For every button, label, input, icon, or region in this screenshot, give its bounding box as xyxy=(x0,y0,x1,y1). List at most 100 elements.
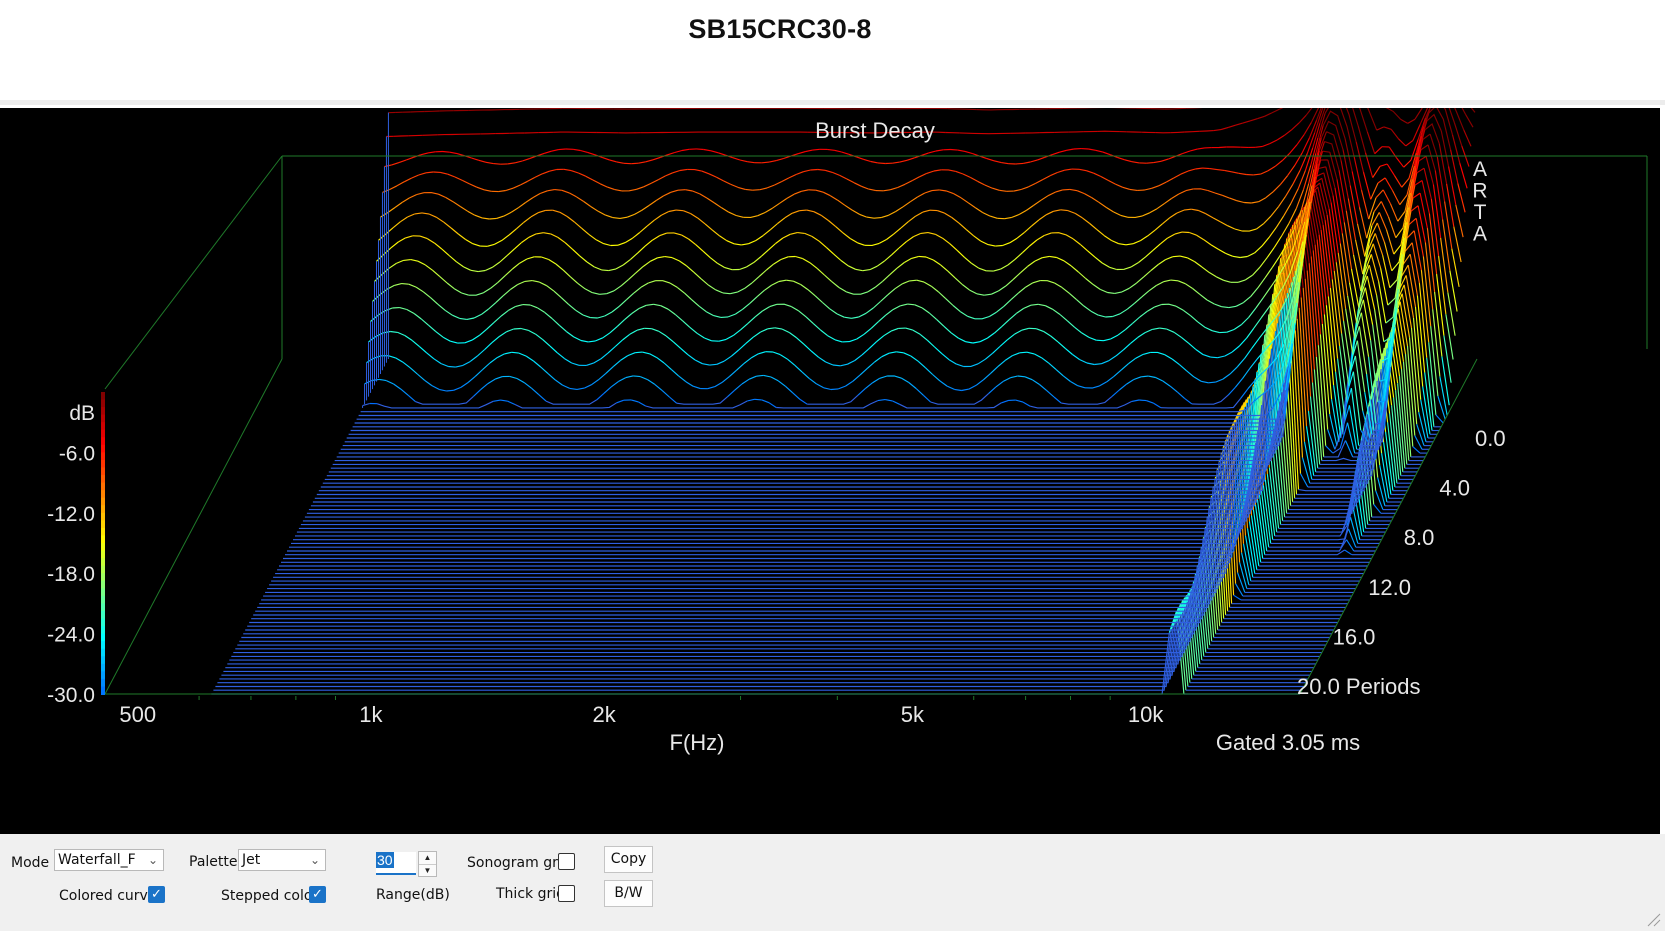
decay-slice xyxy=(410,110,425,113)
decay-slice xyxy=(1432,309,1441,377)
decay-slice xyxy=(1113,211,1121,216)
decay-slice xyxy=(503,211,512,217)
decay-slice xyxy=(1356,340,1366,393)
decay-slice xyxy=(1194,261,1203,268)
decay-slice xyxy=(1191,394,1229,405)
decay-slice xyxy=(899,159,908,163)
decay-slice xyxy=(892,305,901,311)
decay-slice xyxy=(949,243,958,251)
resize-grip-icon[interactable] xyxy=(1645,911,1661,927)
decay-slice xyxy=(1434,291,1443,357)
decay-slice xyxy=(1050,335,1059,343)
decay-slice xyxy=(1349,517,1359,544)
decay-slice xyxy=(537,307,546,313)
decay-slice xyxy=(1161,217,1170,225)
decay-slice xyxy=(770,376,779,382)
decay-slice xyxy=(588,233,597,241)
palette-label: Palette xyxy=(189,854,238,870)
decay-slice xyxy=(1064,347,1073,355)
decay-slice xyxy=(1045,305,1053,310)
decay-slice xyxy=(1223,279,1231,283)
decay-slice xyxy=(989,215,998,219)
mode-select-value: Waterfall_F xyxy=(58,852,136,868)
decay-slice xyxy=(1432,184,1442,238)
decay-slice xyxy=(440,171,448,175)
decay-slice xyxy=(523,382,532,389)
decay-slice xyxy=(886,233,895,240)
range-spinner[interactable]: ▲ ▼ xyxy=(418,851,437,877)
decay-slice xyxy=(1376,126,1385,131)
decay-slice xyxy=(502,289,511,297)
decay-slice xyxy=(504,268,513,277)
spin-down-icon[interactable]: ▼ xyxy=(419,865,436,877)
decay-slice xyxy=(1451,248,1460,287)
decay-slice xyxy=(905,327,913,331)
decay-slice xyxy=(1161,303,1177,307)
decay-slice xyxy=(1158,181,1167,187)
copy-button[interactable]: Copy xyxy=(604,846,653,873)
decay-slice xyxy=(1115,349,1124,357)
bw-button[interactable]: B/W xyxy=(604,880,653,907)
sonogram-grid-checkbox[interactable] xyxy=(558,853,575,870)
decay-slice xyxy=(721,207,730,213)
decay-slice xyxy=(1412,446,1421,454)
spin-up-icon[interactable]: ▲ xyxy=(419,852,436,865)
decay-slice xyxy=(500,399,508,402)
decay-slice xyxy=(781,328,790,334)
decay-slice xyxy=(887,288,896,296)
decay-slice xyxy=(490,281,499,289)
colored-curves-checkbox[interactable]: ✓ xyxy=(148,886,165,903)
decay-slice xyxy=(395,357,404,363)
decay-slice xyxy=(1160,398,1242,409)
decay-slice xyxy=(530,212,539,218)
decay-slice xyxy=(764,207,773,213)
waterfall-chart: Burst DecayARTAdB-6.0-12.0-18.0-24.0-30.… xyxy=(47,108,1648,755)
decay-slice xyxy=(1413,230,1422,271)
decay-slice xyxy=(1124,159,1133,163)
decay-slice xyxy=(1224,169,1232,173)
decay-slice xyxy=(951,217,960,224)
decay-slice xyxy=(237,575,1196,646)
stepped-colors-checkbox[interactable]: ✓ xyxy=(309,886,326,903)
decay-slice xyxy=(1202,167,1210,170)
decay-slice xyxy=(777,217,786,224)
decay-slice xyxy=(834,339,843,343)
range-input[interactable]: 30 xyxy=(376,852,416,875)
decay-slice xyxy=(1335,262,1345,322)
decay-slice xyxy=(1098,201,1107,208)
decay-slice xyxy=(489,357,498,364)
decay-slice xyxy=(1264,112,1273,117)
decay-slice xyxy=(844,316,852,319)
decay-slice xyxy=(398,237,406,243)
decay-slice xyxy=(1198,209,1207,215)
decay-slice xyxy=(817,168,826,171)
decay-slice xyxy=(805,316,814,324)
decay-slice xyxy=(1126,379,1135,385)
decay-slice xyxy=(1418,283,1428,358)
decay-slice xyxy=(1030,159,1038,163)
decay-slice xyxy=(1014,329,1022,335)
decay-slice xyxy=(605,214,613,219)
decay-slice xyxy=(1251,201,1259,204)
decay-slice xyxy=(1034,257,1043,262)
decay-slice xyxy=(510,207,519,213)
decay-slice xyxy=(1093,172,1102,178)
decay-slice xyxy=(1249,118,1258,122)
palette-select[interactable]: Jet ⌄ xyxy=(238,849,326,871)
decay-slice xyxy=(508,305,516,311)
decay-slice xyxy=(1172,255,1181,258)
thick-grid-checkbox[interactable] xyxy=(558,885,575,902)
decay-slice xyxy=(418,345,427,354)
decay-slice xyxy=(1120,363,1129,371)
decay-slice xyxy=(954,388,962,392)
decay-slice xyxy=(812,148,820,151)
mode-select[interactable]: Waterfall_F ⌄ xyxy=(54,849,164,871)
decay-slice xyxy=(814,295,823,303)
decay-slice xyxy=(973,235,982,242)
decay-slice xyxy=(1081,332,1090,338)
decay-slice xyxy=(657,175,666,181)
decay-slice xyxy=(1111,389,1120,397)
decay-slice xyxy=(1420,270,1430,343)
decay-slice xyxy=(1039,384,1048,392)
decay-slice xyxy=(1101,262,1110,268)
